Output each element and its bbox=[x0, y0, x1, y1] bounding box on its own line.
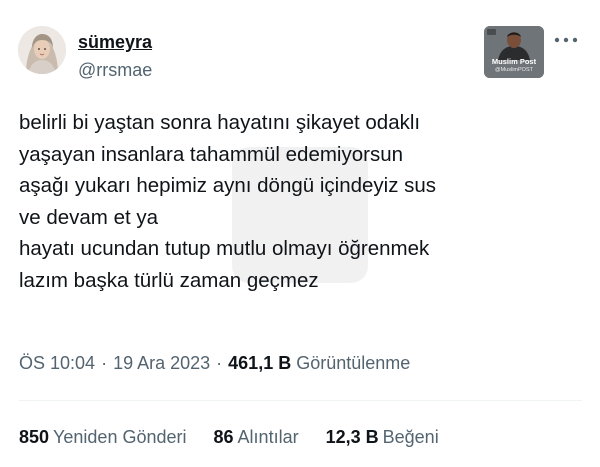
tweet-card: sümeyra @rrsmae Muslim Post @MuslimPOST … bbox=[0, 0, 600, 467]
author-block: sümeyra @rrsmae bbox=[78, 31, 152, 81]
likes-count: 12,3 B bbox=[325, 427, 379, 447]
meta-separator: · bbox=[216, 353, 223, 373]
quotes-label: Alıntılar bbox=[237, 427, 299, 447]
tweet-line: aşağı yukarı hepimiz aynı döngü içindeyi… bbox=[19, 174, 437, 197]
tweet-line: lazım başka türlü zaman geçmez bbox=[19, 268, 319, 292]
engagement-stats: 850 Yeniden Gönderi 86 Alıntılar 12,3 B Beğ… bbox=[19, 425, 461, 449]
tweet-line: hayatı ucundan tutup mutlu olmayı öğrenm… bbox=[19, 237, 430, 260]
meta-separator: · bbox=[101, 353, 108, 373]
more-dots-icon[interactable] bbox=[553, 33, 579, 47]
tweet-time[interactable]: ÖS 10:04 bbox=[19, 353, 95, 373]
tweet-line: yaşayan insanlara tahammül edemiyorsun bbox=[19, 142, 404, 166]
likes-label: Beğeni bbox=[382, 427, 439, 447]
display-name[interactable]: sümeyra bbox=[78, 31, 152, 53]
views-count: 461,1 B bbox=[228, 353, 292, 373]
tweet-line: belirli bi yaştan sonra hayatını şikayet… bbox=[19, 111, 421, 134]
avatar[interactable] bbox=[18, 26, 66, 74]
tweet-line: ve devam et ya bbox=[19, 205, 159, 229]
retweets-count: 850 bbox=[19, 427, 50, 447]
avatar-image bbox=[18, 26, 66, 74]
tweet-meta: ÖS 10:04 · 19 Ara 2023 · 461,1 B Görüntülenm… bbox=[19, 351, 410, 375]
retweets-label: Yeniden Gönderi bbox=[53, 427, 187, 447]
quotes-count: 86 bbox=[213, 427, 234, 447]
quotes-stat[interactable]: 86 Alıntılar bbox=[214, 425, 299, 449]
likes-stat[interactable]: 12,3 B Beğeni bbox=[326, 425, 439, 449]
retweets-stat[interactable]: 850 Yeniden Gönderi bbox=[19, 425, 187, 449]
tweet-text: belirli bi yaştan sonra hayatını şikayet… bbox=[19, 107, 579, 296]
views-label: Görüntülenme bbox=[296, 353, 411, 373]
brand-logo: Muslim Post @MuslimPOST bbox=[484, 26, 544, 78]
tweet-date[interactable]: 19 Ara 2023 bbox=[113, 353, 210, 373]
brand-name: Muslim Post bbox=[491, 57, 537, 66]
divider bbox=[19, 400, 582, 401]
brand-handle: @MuslimPOST bbox=[495, 67, 533, 73]
user-handle[interactable]: @rrsmae bbox=[78, 59, 152, 81]
